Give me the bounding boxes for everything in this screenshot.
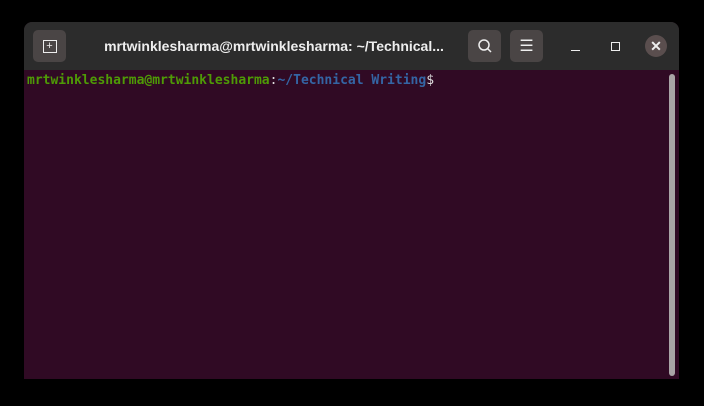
window-title: mrtwinklesharma@mrtwinklesharma: ~/Techn… xyxy=(104,38,444,54)
maximize-button[interactable] xyxy=(605,36,625,56)
minimize-icon xyxy=(570,49,580,51)
terminal-output[interactable]: mrtwinklesharma@mrtwinklesharma:~/Techni… xyxy=(24,70,679,379)
new-tab-button[interactable]: + xyxy=(33,30,66,62)
scrollbar[interactable] xyxy=(669,74,675,376)
search-icon xyxy=(477,39,492,53)
header-bar: + mrtwinklesharma@mrtwinklesharma: ~/Tec… xyxy=(24,22,679,70)
maximize-icon xyxy=(610,41,620,51)
close-icon: ✕ xyxy=(650,37,662,54)
prompt-symbol: $ xyxy=(426,73,435,88)
minimize-button[interactable] xyxy=(565,36,585,56)
prompt-user-host: mrtwinklesharma@mrtwinklesharma xyxy=(27,73,270,88)
prompt-path: ~/Technical Writing xyxy=(277,73,427,88)
new-tab-icon: + xyxy=(42,39,57,53)
terminal-window: + mrtwinklesharma@mrtwinklesharma: ~/Tec… xyxy=(24,22,679,379)
close-button[interactable]: ✕ xyxy=(645,35,667,57)
hamburger-icon: ☰ xyxy=(519,38,534,55)
menu-button[interactable]: ☰ xyxy=(510,30,543,62)
search-button[interactable] xyxy=(468,30,501,62)
